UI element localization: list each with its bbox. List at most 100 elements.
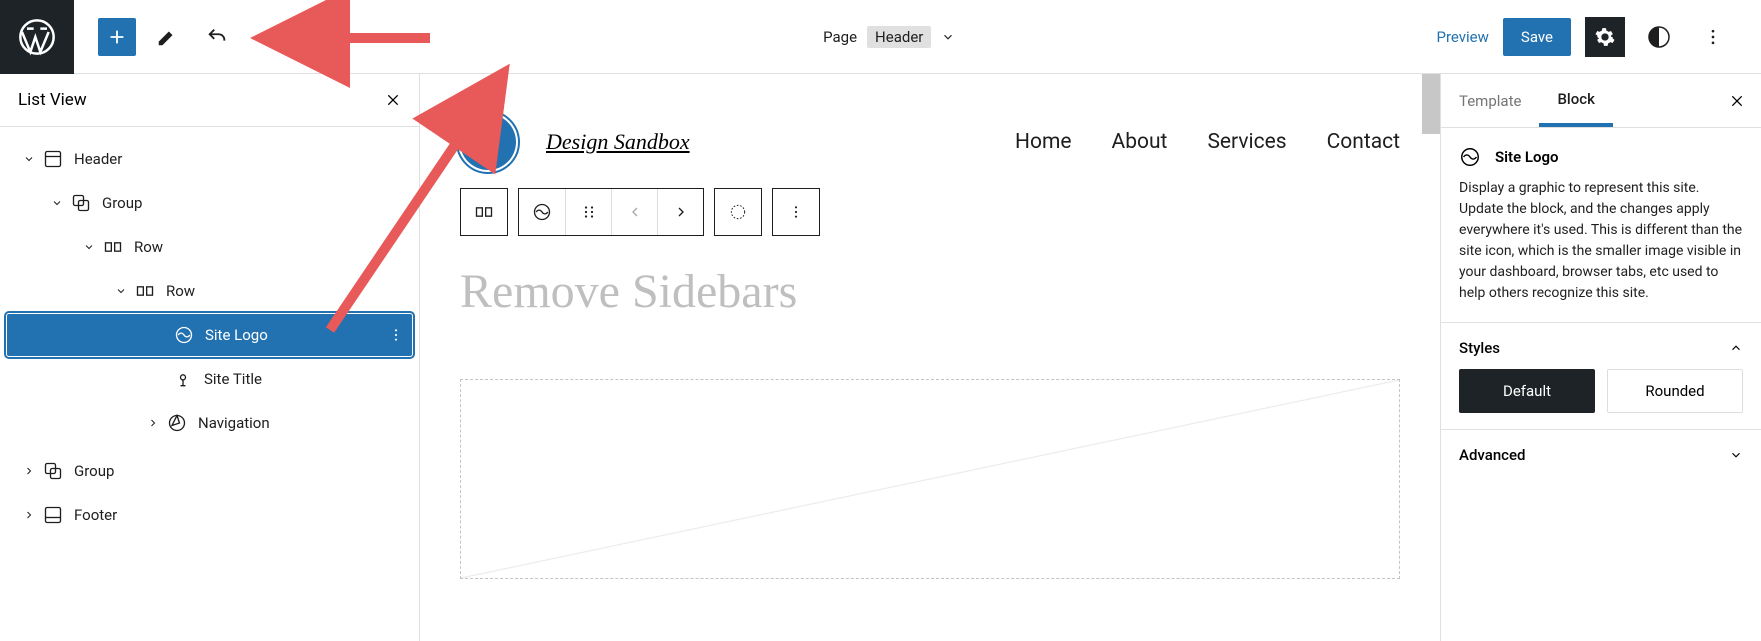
block-type-button[interactable] [519,189,565,235]
nav-item[interactable]: Contact [1327,130,1400,154]
block-info: Site Logo Display a graphic to represent… [1441,128,1761,322]
redo-button[interactable] [248,18,286,56]
top-toolbar: Page Header Preview Save [0,0,1761,74]
tree-item-label: Row [158,282,195,300]
heading-placeholder[interactable]: Remove Sidebars [460,264,1400,319]
tree-item-site-title[interactable]: Site Title [6,357,413,401]
drag-icon [580,203,598,221]
drag-handle[interactable] [565,189,611,235]
tree-item-group[interactable]: Group [6,449,413,493]
doc-type: Page [823,28,857,46]
chevron-down-icon [941,30,955,44]
tree-item-label: Group [66,462,114,480]
chevron-down-icon [1729,448,1743,462]
tree-item-label: Site Logo [197,326,268,344]
move-right-button[interactable] [657,189,703,235]
plus-icon [106,26,128,48]
row-icon [132,281,158,301]
undo-icon [206,26,228,48]
parent-row-button[interactable] [461,189,507,235]
chevron-down-icon [51,197,63,209]
advanced-section: Advanced [1441,429,1761,480]
site-logo-placeholder[interactable] [460,114,516,170]
template-part-icon [40,149,66,169]
add-block-button[interactable] [98,18,136,56]
tree-item-label: Row [126,238,163,256]
tree-item-label: Header [66,150,122,168]
tree-item-group[interactable]: Group [6,181,413,225]
redo-icon [256,26,278,48]
close-list-view-button[interactable] [385,92,401,108]
preview-button[interactable]: Preview [1437,28,1489,46]
template-part-icon [40,505,66,525]
navigation-icon [164,413,190,433]
tree-item-site-logo[interactable]: Site Logo [6,313,413,357]
move-left-button[interactable] [611,189,657,235]
wordpress-logo-button[interactable] [0,0,74,74]
chevron-up-icon [1729,341,1743,355]
list-view-header: List View [0,74,419,127]
close-inspector-button[interactable] [1713,93,1761,109]
tree-item-navigation[interactable]: Navigation [6,401,413,445]
nav-item[interactable]: Services [1207,130,1286,154]
chevron-right-icon [23,465,35,477]
nav-item[interactable]: About [1112,130,1168,154]
tab-template[interactable]: Template [1441,74,1539,127]
tools-button[interactable] [148,18,186,56]
undo-button[interactable] [198,18,236,56]
replace-button[interactable] [715,189,761,235]
list-view-toggle[interactable] [298,15,342,59]
settings-toggle[interactable] [1585,17,1625,57]
chevron-right-icon [147,417,159,429]
scrollbar[interactable] [1422,74,1440,134]
global-styles-toggle[interactable] [1639,17,1679,57]
nav-item[interactable]: Home [1015,130,1072,154]
block-description: Display a graphic to represent this site… [1459,178,1743,304]
pencil-icon [156,26,178,48]
style-rounded-button[interactable]: Rounded [1607,369,1743,413]
block-options-button[interactable] [773,189,819,235]
close-icon [385,92,401,108]
inspector-tabs: Template Block [1441,74,1761,128]
group-icon [40,461,66,481]
template-name: Header [867,26,931,48]
gear-icon [1594,26,1616,48]
styles-section: Styles Default Rounded [1441,322,1761,429]
list-view-icon [309,26,331,48]
row-icon [474,202,494,222]
wordpress-icon [17,17,57,57]
tree-item-label: Footer [66,506,117,524]
toolbar-right: Preview Save [1437,17,1761,57]
tab-block[interactable]: Block [1539,74,1612,127]
tree-item-row[interactable]: Row [6,269,413,313]
tree-item-options[interactable] [388,327,404,343]
style-default-button[interactable]: Default [1459,369,1595,413]
tree-item-label: Navigation [190,414,270,432]
image-placeholder[interactable] [460,379,1400,579]
tree-item-label: Group [94,194,142,212]
site-header-block: Design Sandbox Home About Services Conta… [460,114,1400,170]
list-view-title: List View [18,90,87,110]
more-vertical-icon [788,204,804,220]
tree-item-header[interactable]: Header [6,137,413,181]
dashed-circle-icon [728,202,748,222]
tree-item-row[interactable]: Row [6,225,413,269]
list-view-panel: List View Header Group Row [0,74,420,641]
site-title-icon [170,369,196,389]
tree-item-label: Site Title [196,370,262,388]
save-button[interactable]: Save [1503,18,1571,56]
editor-canvas[interactable]: Design Sandbox Home About Services Conta… [420,74,1441,641]
site-title-block[interactable]: Design Sandbox [546,129,690,155]
chevron-down-icon [115,285,127,297]
group-icon [68,193,94,213]
chevron-down-icon [23,153,35,165]
tree-item-footer[interactable]: Footer [6,493,413,537]
options-button[interactable] [1693,17,1733,57]
chevron-left-icon [627,204,643,220]
advanced-toggle[interactable]: Advanced [1459,446,1743,464]
more-vertical-icon [388,327,404,343]
styles-toggle[interactable]: Styles [1459,339,1743,357]
close-icon [1729,93,1745,109]
document-title[interactable]: Page Header [342,26,1437,48]
toolbar-left [74,15,342,59]
